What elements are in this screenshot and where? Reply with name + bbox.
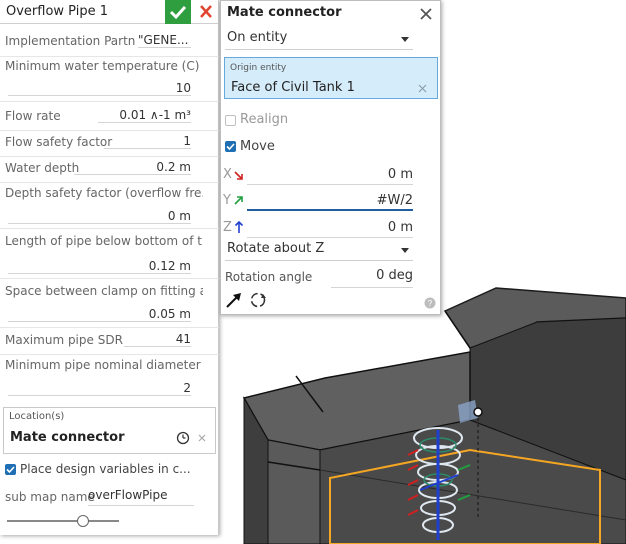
param-label: Flow safety factor <box>5 135 113 149</box>
close-icon[interactable] <box>420 8 432 20</box>
param-input[interactable]: 2 <box>8 381 191 396</box>
y-axis-label: Y <box>223 193 231 208</box>
origin-entity-field[interactable]: Origin entity Face of Civil Tank 1 <box>224 57 438 99</box>
origin-value: Face of Civil Tank 1 <box>231 80 355 95</box>
divider <box>0 182 219 183</box>
param-input[interactable]: 1 <box>104 134 191 149</box>
divider <box>0 156 219 157</box>
divider <box>0 228 219 229</box>
checkmark-icon <box>6 466 15 474</box>
param-label: Flow rate <box>5 109 61 123</box>
location-caption: Location(s) <box>9 411 65 422</box>
param-label: Maximum pipe SDR <box>5 333 123 347</box>
param-water-depth: Water depth 0.2 m <box>0 160 198 180</box>
param-label: Depth safety factor (overflow fre... <box>5 186 203 200</box>
x-offset-row: X 0 m <box>221 165 442 187</box>
sub-map-label: sub map name <box>5 490 95 504</box>
clock-icon[interactable] <box>176 431 190 445</box>
sub-map-input[interactable]: overFlowPipe <box>88 488 194 506</box>
param-input[interactable]: 0.12 m <box>8 259 191 274</box>
mate-type-select[interactable]: On entity <box>225 28 413 50</box>
rotation-angle-input[interactable]: 0 deg <box>331 268 413 288</box>
divider <box>0 327 219 328</box>
rotate-axis-select[interactable]: Rotate about Z <box>225 239 413 261</box>
slider-thumb[interactable] <box>77 515 90 527</box>
place-design-variables-label: Place design variables in c... <box>20 462 191 476</box>
param-flow-safety-factor: Flow safety factor 1 <box>0 134 198 154</box>
param-input[interactable]: 0.01 ∧-1 m³ <box>98 108 191 123</box>
origin-caption: Origin entity <box>230 63 287 73</box>
reorient-secondary-axis-icon[interactable] <box>249 291 267 309</box>
clear-icon[interactable] <box>418 84 427 93</box>
param-input[interactable]: 10 <box>8 81 191 96</box>
param-label: Minimum water temperature (C) <box>5 59 200 73</box>
divider <box>0 101 219 102</box>
param-input[interactable]: "GENE... <box>138 33 191 48</box>
param-depth-safety-factor: Depth safety factor (overflow fre... 0 m <box>0 186 203 226</box>
realign-checkbox[interactable] <box>225 115 236 126</box>
clear-icon[interactable] <box>197 433 207 443</box>
y-offset-input[interactable]: #W/2 <box>247 191 413 211</box>
x-offset-input[interactable]: 0 m <box>247 165 413 185</box>
param-label: Length of pipe below bottom of t... <box>5 234 203 248</box>
divider <box>0 130 219 131</box>
param-label: Space between clamp on fitting a... <box>5 284 203 298</box>
flip-primary-axis-icon[interactable] <box>225 291 243 309</box>
y-offset-row: Y #W/2 <box>221 191 442 213</box>
checkmark-icon <box>169 5 187 20</box>
param-input[interactable]: 0.2 m <box>74 160 191 175</box>
place-design-variables-checkbox[interactable] <box>5 464 16 475</box>
mate-type-value: On entity <box>227 30 288 45</box>
help-icon[interactable]: ? <box>424 297 436 309</box>
cancel-button[interactable] <box>194 0 218 24</box>
feature-title: Overflow Pipe 1 <box>6 4 108 19</box>
z-axis-arrow-icon <box>234 220 244 233</box>
confirm-button[interactable] <box>165 0 191 24</box>
param-label: Implementation Partner <box>5 34 135 48</box>
svg-text:?: ? <box>428 299 433 308</box>
rotation-angle-label: Rotation angle <box>225 270 313 284</box>
move-checkbox[interactable] <box>225 141 236 152</box>
divider <box>0 56 219 57</box>
chevron-down-icon <box>401 37 409 42</box>
slider-track[interactable] <box>7 520 119 522</box>
close-icon <box>200 5 212 18</box>
param-min-water-temperature: Minimum water temperature (C) 10 <box>0 59 199 99</box>
x-axis-label: X <box>223 167 232 182</box>
mate-dialog-title: Mate connector <box>227 5 342 20</box>
chevron-down-icon <box>401 248 409 253</box>
location-value: Mate connector <box>10 430 125 445</box>
move-label: Move <box>240 139 275 154</box>
z-offset-input[interactable]: 0 m <box>247 218 413 238</box>
param-input[interactable]: 0 m <box>8 209 191 224</box>
z-offset-row: Z 0 m <box>221 218 442 240</box>
param-min-pipe-diameter: Minimum pipe nominal diameter 2 <box>0 358 201 398</box>
divider <box>0 354 219 355</box>
checkmark-icon <box>226 143 235 151</box>
divider <box>0 278 219 279</box>
feature-dialog-header: Overflow Pipe 1 <box>0 0 218 24</box>
feature-dialog: Overflow Pipe 1 Implementation Partner "… <box>0 0 219 535</box>
param-pipe-length-below-bottom: Length of pipe below bottom of t... 0.12… <box>0 234 203 274</box>
z-axis-label: Z <box>223 220 232 235</box>
param-input[interactable]: 41 <box>124 332 191 347</box>
y-axis-arrow-icon <box>234 196 243 205</box>
param-flow-rate: Flow rate 0.01 ∧-1 m³ <box>0 108 198 128</box>
param-label: Minimum pipe nominal diameter <box>5 358 201 372</box>
mate-connector-dialog: Mate connector On entity Origin entity F… <box>220 0 441 315</box>
param-max-pipe-sdr: Maximum pipe SDR 41 <box>0 332 198 352</box>
realign-label: Realign <box>240 112 289 127</box>
param-clamp-space: Space between clamp on fitting a... 0.05… <box>0 284 203 324</box>
x-axis-arrow-icon <box>234 171 243 180</box>
param-input[interactable]: 0.05 m <box>8 307 191 322</box>
location-selection[interactable]: Location(s) Mate connector <box>3 407 216 454</box>
rotate-axis-value: Rotate about Z <box>227 241 325 256</box>
param-implementation-partner: Implementation Partner "GENE... <box>0 33 198 53</box>
